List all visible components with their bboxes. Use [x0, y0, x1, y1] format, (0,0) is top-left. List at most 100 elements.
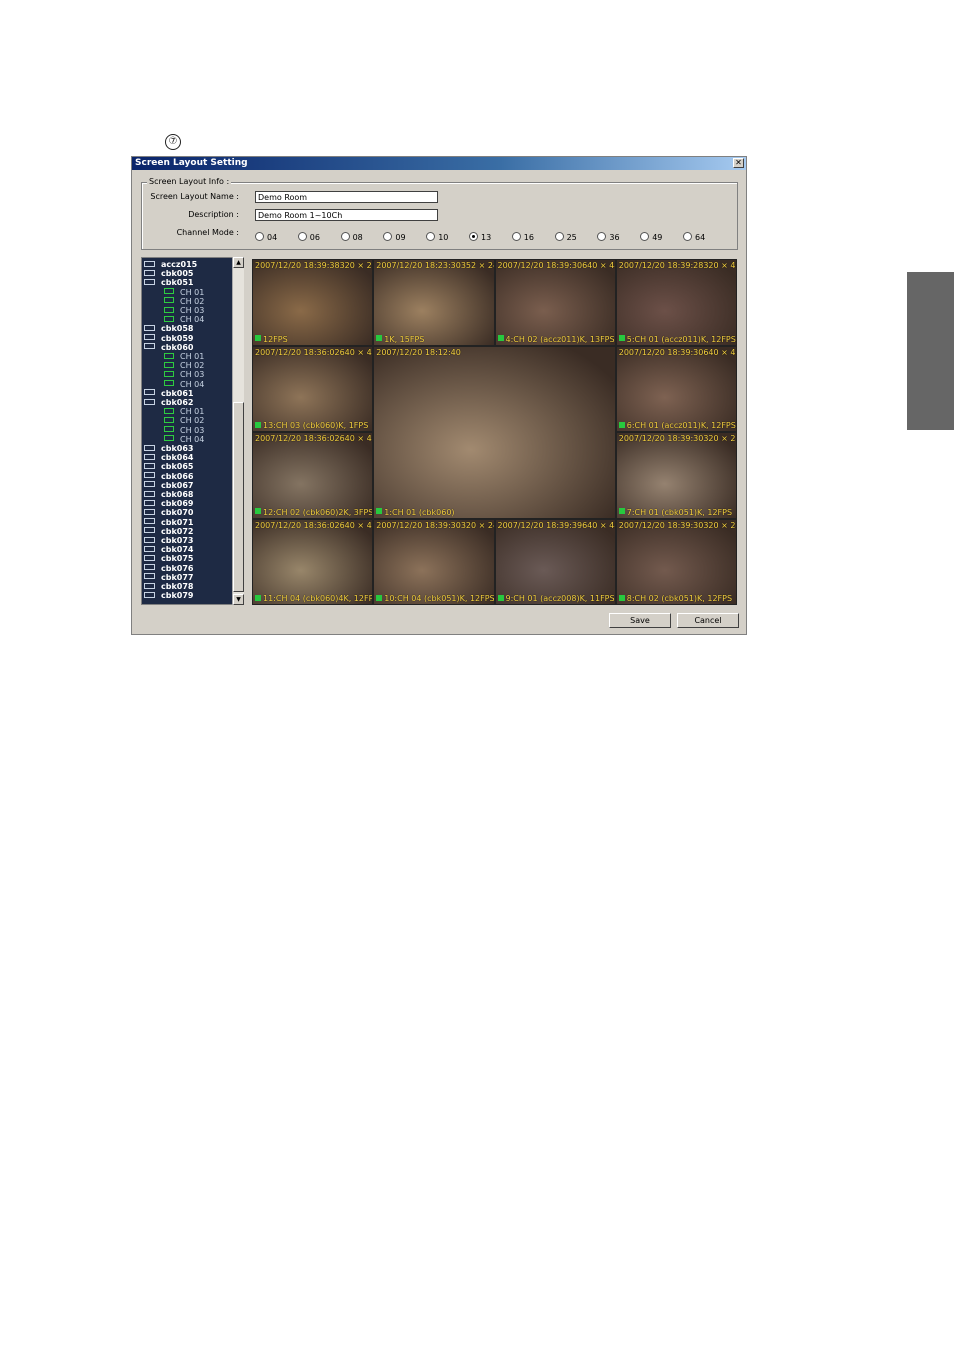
device-icon	[144, 343, 155, 350]
channel-mode-radio-09[interactable]: 09	[383, 232, 406, 244]
tree-channel-item[interactable]: CH 03	[164, 426, 204, 435]
camera-view[interactable]: 2007/12/20 18:23:30352 × 240 1K, 15FPS	[373, 259, 495, 346]
camera-view[interactable]: 2007/12/20 18:39:38320 × 240 12FPS	[252, 259, 374, 346]
device-tree[interactable]: accz015 cbk005 cbk051 CH 01 CH 02 CH 03 CH 04 c…	[141, 257, 244, 605]
tree-device-item[interactable]: cbk061	[144, 389, 194, 398]
tree-device-item[interactable]: cbk067	[144, 481, 194, 490]
channel-mode-radio-04[interactable]: 04	[255, 232, 277, 244]
channel-mode-radio-49[interactable]: 49	[640, 232, 662, 244]
camera-view[interactable]: 2007/12/20 18:36:02640 × 480 11:CH 04 (cb…	[252, 518, 374, 605]
channel-mode-radio-13[interactable]: 13	[469, 232, 491, 244]
description-input[interactable]	[255, 209, 438, 221]
camera-icon	[164, 315, 174, 322]
tree-channel-item[interactable]: CH 01	[164, 407, 204, 416]
camera-channel-info: 12:CH 02 (cbk060)2K, 3FPS	[255, 508, 372, 517]
tree-channel-item[interactable]: CH 02	[164, 297, 204, 306]
tree-scrollbar[interactable]: ▲ ▼	[232, 257, 244, 605]
tree-item-label: CH 03	[180, 306, 205, 315]
tree-device-item[interactable]: cbk062	[144, 398, 194, 407]
tree-device-item[interactable]: cbk060	[144, 343, 194, 352]
channel-mode-radio-64[interactable]: 64	[683, 232, 705, 244]
camera-view[interactable]: 2007/12/20 18:36:02640 × 480 12:CH 02 (cb…	[252, 432, 374, 519]
tree-device-item[interactable]: cbk065	[144, 462, 194, 471]
tree-item-label: cbk051	[161, 278, 194, 288]
tree-item-label: CH 02	[180, 296, 205, 306]
tree-channel-item[interactable]: CH 04	[164, 380, 204, 389]
tree-item-label: cbk064	[161, 453, 194, 463]
tree-channel-item[interactable]: CH 02	[164, 361, 204, 370]
scroll-down-button[interactable]: ▼	[233, 594, 244, 605]
tree-item-label: CH 02	[180, 416, 205, 426]
tree-device-item[interactable]: cbk071	[144, 518, 194, 527]
tree-device-item[interactable]: cbk076	[144, 564, 194, 573]
tree-device-item[interactable]: cbk079	[144, 591, 194, 600]
channel-mode-radio-36[interactable]: 36	[597, 232, 620, 244]
camera-channel-info: 4:CH 02 (accz011)K, 13FPS	[498, 335, 615, 344]
tree-device-item[interactable]: accz015	[144, 260, 197, 269]
description-label: Description :	[188, 210, 239, 219]
channel-mode-radio-16[interactable]: 16	[511, 232, 534, 244]
tree-device-item[interactable]: cbk058	[144, 324, 194, 333]
layout-name-input[interactable]	[255, 191, 438, 203]
camera-view[interactable]: 2007/12/20 18:39:30320 × 240 8:CH 02 (cbk…	[615, 518, 737, 605]
device-icon	[144, 499, 155, 506]
tree-device-item[interactable]: cbk073	[144, 536, 194, 545]
channel-mode-radio-10[interactable]: 10	[426, 232, 448, 244]
camera-view[interactable]: 2007/12/20 18:39:30320 × 240 10:CH 04 (cb…	[373, 518, 495, 605]
tree-channel-item[interactable]: CH 01	[164, 288, 204, 297]
camera-view[interactable]: 2007/12/20 18:39:30640 × 480 6:CH 01 (acc…	[615, 345, 737, 432]
tree-device-item[interactable]: cbk063	[144, 444, 194, 453]
tree-device-item[interactable]: cbk078	[144, 582, 194, 591]
camera-channel-info: 13:CH 03 (cbk060)K, 1FPS	[255, 421, 368, 430]
tree-channel-item[interactable]: CH 01	[164, 352, 204, 361]
camera-view[interactable]: 2007/12/20 18:36:02640 × 480 13:CH 03 (cb…	[252, 345, 374, 432]
scroll-thumb[interactable]	[233, 402, 244, 592]
tree-channel-item[interactable]: CH 03	[164, 306, 204, 315]
camera-view[interactable]: 2007/12/20 18:12:40 1:CH 01 (cbk060)	[373, 345, 616, 519]
radio-dot	[383, 232, 393, 241]
close-button[interactable]: ✕	[733, 158, 744, 168]
tree-device-item[interactable]: cbk070	[144, 508, 194, 517]
camera-icon	[164, 370, 174, 377]
tree-channel-item[interactable]: CH 04	[164, 435, 204, 444]
scroll-up-button[interactable]: ▲	[233, 257, 244, 268]
device-icon	[144, 472, 155, 479]
camera-view[interactable]: 2007/12/20 18:39:28320 × 480 5:CH 01 (acc…	[615, 259, 737, 346]
radio-dot	[255, 232, 264, 241]
tree-device-item[interactable]: cbk077	[144, 573, 194, 582]
tree-item-label: cbk059	[161, 333, 194, 343]
camera-icon	[164, 380, 174, 387]
tree-device-item[interactable]: cbk059	[144, 334, 194, 343]
tree-item-label: CH 03	[180, 425, 205, 435]
tree-device-item[interactable]: cbk051	[144, 278, 194, 287]
device-icon	[144, 481, 155, 488]
tree-item-label: cbk065	[161, 462, 194, 472]
tree-device-item[interactable]: cbk005	[144, 269, 194, 278]
camera-view[interactable]: 2007/12/20 18:39:39640 × 480 9:CH 01 (acc…	[494, 518, 616, 605]
radio-dot	[597, 232, 607, 241]
channel-mode-radio-25[interactable]: 25	[554, 232, 577, 244]
camera-view[interactable]: 2007/12/20 18:39:30640 × 480 4:CH 02 (acc…	[494, 259, 616, 346]
tree-device-item[interactable]: cbk072	[144, 527, 194, 536]
radio-dot	[297, 232, 307, 241]
device-icon	[144, 453, 155, 460]
tree-device-item[interactable]: cbk074	[144, 545, 194, 554]
tree-item-label: accz015	[161, 260, 198, 269]
tree-channel-item[interactable]: CH 02	[164, 416, 204, 425]
tree-channel-item[interactable]: CH 03	[164, 370, 204, 379]
tree-device-item[interactable]: cbk068	[144, 490, 194, 499]
tree-item-label: cbk062	[161, 398, 194, 407]
channel-mode-radio-08[interactable]: 08	[340, 232, 363, 244]
tree-device-item[interactable]: cbk075	[144, 554, 194, 563]
camera-view[interactable]: 2007/12/20 18:39:30320 × 240 7:CH 01 (cbk…	[615, 432, 737, 519]
tree-device-item[interactable]: cbk066	[144, 472, 194, 481]
tree-device-item[interactable]: cbk069	[144, 499, 194, 508]
radio-dot	[340, 232, 350, 241]
save-button[interactable]: Save	[609, 613, 671, 628]
tree-item-label: cbk058	[161, 324, 194, 334]
channel-mode-radio-06[interactable]: 06	[297, 232, 320, 244]
cancel-button[interactable]: Cancel	[677, 613, 739, 628]
tree-device-item[interactable]: cbk064	[144, 453, 194, 462]
camera-icon	[164, 306, 174, 313]
tree-channel-item[interactable]: CH 04	[164, 315, 204, 324]
